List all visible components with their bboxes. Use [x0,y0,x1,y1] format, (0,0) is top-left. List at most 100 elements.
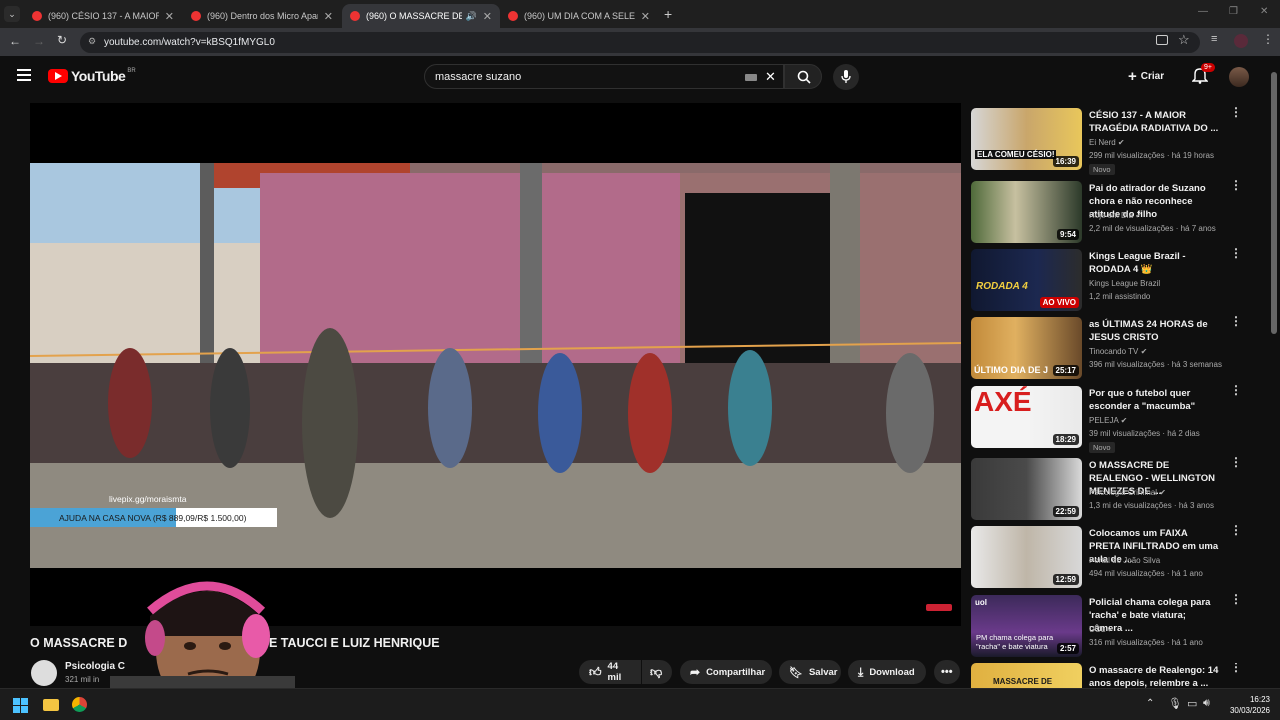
recommendation-item[interactable]: ÚLTIMO DIA DE J 25:17 as ÚLTIMAS 24 HORA… [971,315,1251,381]
clock[interactable]: 16:23 30/03/2026 [1214,694,1270,716]
video-thumbnail[interactable]: uol PM chama colega para "racha" e bate … [971,595,1082,657]
more-options-icon[interactable]: ⋮ [1230,247,1242,259]
recommendation-channel[interactable]: Psicologia Criminal ✔ [1089,488,1229,497]
scrollbar-thumb[interactable] [1271,72,1277,334]
youtube-logo[interactable]: YouTube BR [48,68,136,84]
more-options-icon[interactable]: ⋮ [1230,663,1242,673]
more-options-icon[interactable]: ⋮ [1230,593,1242,605]
create-button[interactable]: + Criar [1128,65,1164,87]
video-thumbnail[interactable]: 22:59 [971,458,1082,520]
tab-search-icon[interactable]: ⌄ [4,6,20,22]
dislike-button[interactable]: 👎︎ [642,660,672,684]
duration-badge: 16:39 [1052,156,1079,167]
recommendation-channel[interactable]: Portal do João Silva [1089,556,1229,565]
recommendation-channel[interactable]: Ei Nerd ✔ [1089,138,1229,147]
share-button[interactable]: ➦ Compartilhar [680,660,772,684]
video-thumbnail[interactable]: ÚLTIMO DIA DE J 25:17 [971,317,1082,379]
network-icon[interactable]: ▭ [1187,697,1197,710]
video-thumbnail[interactable]: 9:54 [971,181,1082,243]
volume-icon[interactable]: 🔊︎ [1203,697,1210,710]
browser-menu-icon[interactable]: ⋮ [1262,32,1274,46]
close-tab-icon[interactable]: ✕ [641,10,650,23]
recommendation-item[interactable]: AXÉ 18:29 Por que o futebol quer esconde… [971,384,1251,453]
account-avatar[interactable] [1229,67,1249,87]
page-scrollbar[interactable] [1271,62,1277,688]
recommendation-item[interactable]: ELA COMEU CÉSIO! 16:39 CÉSIO 137 - A MAI… [971,106,1251,175]
search-button[interactable] [784,64,822,89]
chrome-icon[interactable] [72,697,87,712]
file-explorer-icon[interactable] [43,699,59,711]
recommendation-title[interactable]: O massacre de Realengo: 14 anos depois, … [1089,664,1221,688]
new-tab-button[interactable]: + [664,6,672,22]
search-input[interactable]: massacre suzano ✕ [424,64,784,89]
keyboard-icon[interactable] [745,74,757,81]
bookmark-star-icon[interactable]: ☆ [1178,32,1190,48]
more-options-icon[interactable]: ⋮ [1230,179,1242,191]
back-icon[interactable]: ← [9,34,21,48]
voice-search-button[interactable] [833,64,859,90]
address-bar[interactable]: ⚙ youtube.com/watch?v=kBSQ1fMYGL0 [80,32,1200,53]
more-actions-button[interactable]: ••• [934,660,960,684]
restore-window-icon[interactable]: ❐ [1229,6,1238,17]
recommendation-channel[interactable]: Kings League Brazil [1089,279,1229,288]
video-thumbnail[interactable]: RODADA 4 AO VIVO [971,249,1082,311]
verified-icon: ✔ [1135,211,1142,220]
recommendation-item[interactable]: uol PM chama colega para "racha" e bate … [971,593,1251,659]
recommendation-channel[interactable]: Hoje em Dia ✔ [1089,211,1229,220]
microphone-tray-icon[interactable]: 🎙︎ [1168,697,1182,710]
hamburger-menu-icon[interactable] [17,69,31,81]
recommendation-channel[interactable]: PELEJA ✔ [1089,416,1229,425]
recommendation-meta: 1,3 mi de visualizações · há 3 anos [1089,501,1214,510]
browser-tab[interactable]: (960) Dentro dos Micro Apartam ✕ [183,4,341,28]
close-tab-icon[interactable]: ✕ [324,10,333,23]
download-button[interactable]: ⤓ Download [848,660,926,684]
like-button[interactable]: 👍︎ 44 mil [579,660,641,684]
browser-tab[interactable]: (960) UM DIA COM A SELEÇÃO ✕ [500,4,658,28]
browser-tab-active[interactable]: (960) O MASSACRE DE SUZ 🔊 ✕ [342,4,500,28]
site-info-icon[interactable]: ⚙ [88,36,96,47]
browser-tab[interactable]: (960) CÉSIO 137 - A MAIOR TRAG ✕ [24,4,182,28]
save-label: Salvar [808,666,838,678]
forward-icon[interactable]: → [33,34,45,48]
recommendation-meta: 494 mil visualizações · há 1 ano [1089,569,1203,578]
recommendation-item[interactable]: 9:54 Pai do atirador de Suzano chora e n… [971,179,1251,245]
video-thumbnail[interactable]: MASSACRE DE [971,663,1082,688]
more-options-icon[interactable]: ⋮ [1230,315,1242,327]
reload-icon[interactable]: ↻ [57,33,67,47]
video-thumbnail[interactable]: AXÉ 18:29 [971,386,1082,448]
close-tab-icon[interactable]: ✕ [165,10,174,23]
recommendation-title[interactable]: CÉSIO 137 - A MAIOR TRAGÉDIA RADIATIVA D… [1089,109,1221,135]
minimize-window-icon[interactable]: — [1198,6,1208,17]
duration-badge: 9:54 [1056,229,1079,240]
video-thumbnail[interactable]: 12:59 [971,526,1082,588]
verified-icon: ✔ [1140,347,1148,356]
recommendation-item[interactable]: 12:59 Colocamos um FAIXA PRETA INFILTRAD… [971,524,1251,590]
recommendation-channel[interactable]: UOL ✔ [1089,625,1229,634]
recommendation-item[interactable]: MASSACRE DE O massacre de Realengo: 14 a… [971,663,1251,688]
audio-playing-icon[interactable]: 🔊 [466,11,477,22]
more-options-icon[interactable]: ⋮ [1230,524,1242,536]
system-tray-expand-icon[interactable]: ⌃ [1146,698,1154,709]
more-options-icon[interactable]: ⋮ [1230,384,1242,396]
recommendation-title[interactable]: Por que o futebol quer esconder a "macum… [1089,387,1221,413]
more-options-icon[interactable]: ⋮ [1230,106,1242,118]
save-button[interactable]: 🔖︎ Salvar [779,660,841,684]
profile-avatar-icon[interactable] [1234,34,1248,48]
video-player[interactable]: livepix.gg/moraismta AJUDA NA CASA NOVA … [30,103,961,626]
recommendation-channel[interactable]: Tinocando TV ✔ [1089,347,1229,356]
video-thumbnail[interactable]: ELA COMEU CÉSIO! 16:39 [971,108,1082,170]
media-controls-icon[interactable]: ≡ [1211,33,1217,45]
notifications-button[interactable]: 9+ [1191,63,1215,89]
recommendation-item[interactable]: 22:59 O MASSACRE DE REALENGO - WELLINGTO… [971,456,1251,522]
install-app-icon[interactable] [1156,35,1168,45]
recommendation-title[interactable]: as ÚLTIMAS 24 HORAS de JESUS CRISTO [1089,318,1221,344]
channel-avatar[interactable] [31,660,57,686]
windows-start-icon[interactable] [13,698,28,713]
clear-search-icon[interactable]: ✕ [765,69,776,85]
recommendation-title[interactable]: Kings League Brazil - RODADA 4 👑 [1089,250,1221,276]
recommendation-meta: 396 mil visualizações · há 3 semanas [1089,360,1222,369]
more-options-icon[interactable]: ⋮ [1230,456,1242,468]
close-window-icon[interactable]: ✕ [1260,6,1268,17]
recommendation-item[interactable]: RODADA 4 AO VIVO Kings League Brazil - R… [971,247,1251,313]
close-tab-icon[interactable]: ✕ [483,10,492,23]
